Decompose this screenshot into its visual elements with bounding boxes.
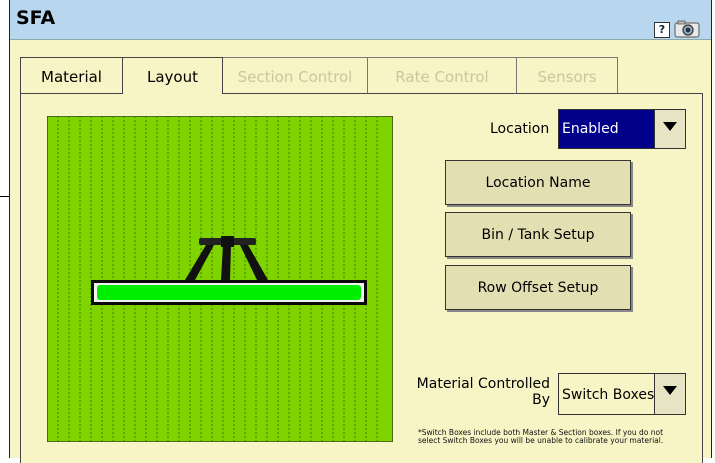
row-offset-setup-button[interactable]: Row Offset Setup — [445, 265, 631, 310]
switch-boxes-note: *Switch Boxes include both Master & Sect… — [418, 428, 664, 445]
location-label: Location — [490, 121, 550, 137]
boom-section — [97, 285, 361, 300]
location-value: Enabled — [559, 110, 656, 148]
title-bar: SFA ? — [10, 0, 711, 40]
material-controlled-select[interactable]: Switch Boxes — [558, 373, 686, 415]
sfa-window: SFA ? Material Layout Section Control Ra… — [9, 0, 712, 463]
window-title: SFA — [16, 7, 56, 29]
field-diagram — [47, 116, 393, 442]
external-line — [0, 196, 9, 197]
tab-rate-control[interactable]: Rate Control — [367, 57, 517, 93]
location-name-button[interactable]: Location Name — [445, 160, 631, 205]
tab-material[interactable]: Material — [20, 57, 123, 93]
tab-sensors[interactable]: Sensors — [516, 57, 618, 93]
material-controlled-value: Switch Boxes — [559, 374, 656, 414]
chevron-down-icon[interactable] — [654, 110, 685, 148]
tab-layout[interactable]: Layout — [122, 57, 223, 94]
bin-tank-setup-button[interactable]: Bin / Tank Setup — [445, 212, 631, 257]
camera-icon[interactable] — [674, 20, 700, 38]
location-select[interactable]: Enabled — [558, 109, 686, 149]
tab-section-control[interactable]: Section Control — [222, 57, 368, 93]
chevron-down-icon[interactable] — [654, 374, 685, 414]
help-icon[interactable]: ? — [654, 22, 670, 38]
material-controlled-label: Material Controlled By — [416, 376, 550, 408]
